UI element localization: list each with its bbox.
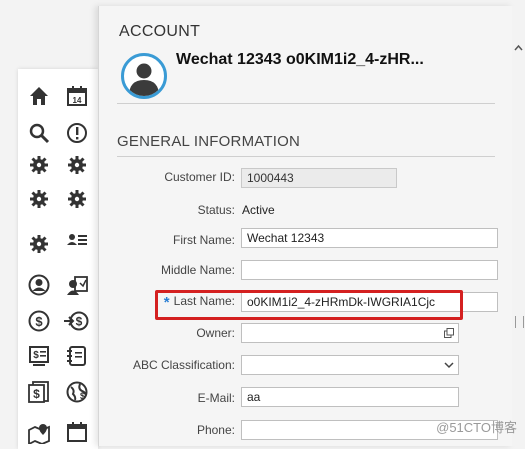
svg-text:$: $: [35, 314, 43, 329]
divider: [117, 156, 495, 157]
notebook-icon[interactable]: [66, 345, 88, 367]
first-name-field[interactable]: Wechat 12343: [241, 228, 498, 248]
user-avatar-icon: [129, 63, 159, 96]
phone-label: Phone:: [196, 423, 235, 437]
status-value: Active: [242, 203, 275, 217]
customer-id-label: Customer ID:: [164, 170, 235, 184]
user-card-icon[interactable]: [66, 274, 88, 296]
search-icon[interactable]: [28, 122, 50, 144]
customer-id-field: 1000443: [241, 168, 397, 188]
vertical-scrollbar[interactable]: [512, 6, 525, 446]
gear-icon[interactable]: [28, 154, 50, 176]
email-label: E-Mail:: [197, 391, 235, 405]
dollar-document-icon[interactable]: $: [28, 381, 50, 403]
account-panel: ACCOUNT Wechat 12343 o0KIM1i2_4-zHR... G…: [98, 6, 513, 446]
account-name: Wechat 12343 o0KIM1i2_4-zHR...: [176, 51, 424, 68]
abc-classification-select[interactable]: [241, 355, 459, 375]
account-section-title: ACCOUNT: [119, 23, 201, 40]
alert-icon[interactable]: [66, 122, 88, 144]
navigation-sidebar: 14 $ $ $ $ $: [18, 69, 98, 449]
abc-classification-label: ABC Classification:: [132, 358, 235, 372]
calendar-14-icon[interactable]: 14: [66, 85, 88, 107]
svg-text:$: $: [80, 391, 85, 401]
avatar: [121, 53, 167, 99]
general-information-title: GENERAL INFORMATION: [117, 133, 300, 150]
arrow-dollar-icon[interactable]: $: [63, 310, 89, 332]
chevron-down-icon[interactable]: [444, 360, 454, 370]
watermark: @51CTO博客: [436, 420, 517, 435]
svg-text:$: $: [33, 387, 40, 401]
user-list-icon[interactable]: [66, 229, 88, 251]
middle-name-field[interactable]: [241, 260, 498, 280]
globe-dollar-icon[interactable]: $: [66, 381, 88, 403]
map-pin-icon[interactable]: [28, 422, 50, 444]
middle-name-label: Middle Name:: [160, 263, 235, 277]
svg-text:14: 14: [73, 96, 82, 105]
scroll-up-icon[interactable]: [514, 44, 523, 53]
owner-selector[interactable]: [241, 323, 459, 343]
calendar-icon[interactable]: [66, 421, 88, 443]
owner-label: Owner:: [196, 326, 235, 340]
red-highlight-box: [155, 290, 463, 320]
gear-icon[interactable]: [28, 233, 50, 255]
divider: [117, 103, 495, 104]
email-field[interactable]: aa: [241, 387, 459, 407]
scrollbar-thumb[interactable]: [515, 316, 524, 328]
home-icon[interactable]: [28, 85, 50, 107]
first-name-label: First Name:: [172, 233, 235, 247]
gear-icon[interactable]: [66, 188, 88, 210]
user-circle-icon[interactable]: [28, 274, 50, 296]
svg-text:$: $: [76, 315, 83, 329]
status-label: Status:: [197, 203, 235, 217]
gear-icon[interactable]: [28, 188, 50, 210]
gear-icon[interactable]: [66, 154, 88, 176]
dollar-doc-icon[interactable]: $: [28, 345, 50, 367]
dollar-circle-icon[interactable]: $: [28, 310, 50, 332]
popup-selector-icon[interactable]: [444, 328, 454, 338]
svg-text:$: $: [33, 350, 39, 361]
